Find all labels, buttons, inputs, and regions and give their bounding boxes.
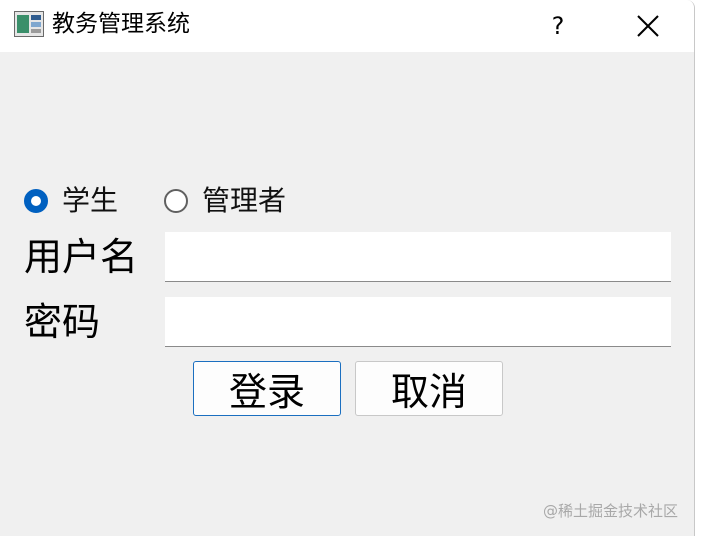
cancel-button[interactable]: 取消 bbox=[355, 361, 503, 416]
username-label: 用户名 bbox=[24, 235, 139, 279]
close-icon bbox=[637, 15, 659, 37]
password-label: 密码 bbox=[24, 300, 101, 344]
radio-admin-label: 管理者 bbox=[202, 184, 287, 217]
login-dialog: 教务管理系统 ? 学生 管理者 用户名 密码 登录 取消 @稀土掘金技术社区 bbox=[0, 0, 695, 536]
password-input[interactable] bbox=[165, 297, 671, 347]
radio-student[interactable]: 学生 bbox=[24, 186, 118, 216]
window-title: 教务管理系统 bbox=[52, 11, 190, 37]
close-button[interactable] bbox=[622, 0, 674, 52]
radio-admin[interactable]: 管理者 bbox=[164, 186, 286, 216]
radio-admin-indicator[interactable] bbox=[164, 189, 188, 213]
radio-student-label: 学生 bbox=[62, 184, 119, 217]
username-input[interactable] bbox=[165, 232, 671, 282]
help-button[interactable]: ? bbox=[532, 0, 584, 52]
login-button[interactable]: 登录 bbox=[193, 361, 341, 416]
app-window-icon bbox=[14, 11, 44, 37]
title-bar[interactable]: 教务管理系统 ? bbox=[0, 0, 694, 52]
watermark: @稀土掘金技术社区 bbox=[542, 502, 678, 520]
radio-student-indicator[interactable] bbox=[24, 189, 48, 213]
